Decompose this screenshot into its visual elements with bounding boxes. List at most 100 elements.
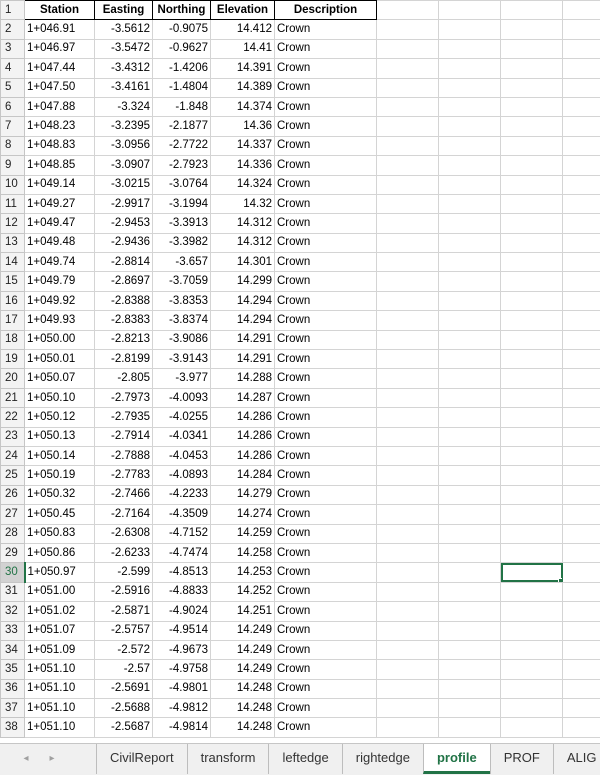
data-cell[interactable]: 14.252 — [211, 582, 275, 601]
data-cell[interactable]: -2.9436 — [95, 233, 153, 252]
data-cell[interactable]: 14.249 — [211, 621, 275, 640]
data-cell[interactable]: Crown — [275, 156, 377, 175]
data-cell[interactable]: -4.9801 — [153, 679, 211, 698]
empty-cell[interactable] — [563, 214, 600, 233]
empty-cell[interactable] — [563, 291, 600, 310]
data-cell[interactable]: -2.805 — [95, 369, 153, 388]
data-cell[interactable]: 14.391 — [211, 59, 275, 78]
empty-cell[interactable] — [439, 640, 501, 659]
row-header[interactable]: 29 — [1, 543, 25, 562]
row-header[interactable]: 31 — [1, 582, 25, 601]
empty-cell[interactable] — [563, 388, 600, 407]
data-cell[interactable]: 1+049.14 — [25, 175, 95, 194]
data-cell[interactable]: 1+050.00 — [25, 330, 95, 349]
data-cell[interactable]: -2.5916 — [95, 582, 153, 601]
empty-cell[interactable] — [563, 175, 600, 194]
row-header[interactable]: 16 — [1, 291, 25, 310]
data-cell[interactable]: 1+050.14 — [25, 446, 95, 465]
empty-cell[interactable] — [377, 427, 439, 446]
data-cell[interactable]: 14.389 — [211, 78, 275, 97]
data-cell[interactable]: -3.4312 — [95, 59, 153, 78]
data-cell[interactable]: Crown — [275, 602, 377, 621]
empty-cell[interactable] — [439, 660, 501, 679]
data-cell[interactable]: Crown — [275, 408, 377, 427]
empty-cell[interactable] — [439, 59, 501, 78]
data-cell[interactable]: -4.9673 — [153, 640, 211, 659]
empty-cell[interactable] — [377, 194, 439, 213]
empty-cell[interactable] — [501, 78, 563, 97]
data-cell[interactable]: -4.0893 — [153, 466, 211, 485]
data-cell[interactable]: 14.253 — [211, 563, 275, 582]
column-header-cell[interactable]: Station — [25, 1, 95, 20]
empty-cell[interactable] — [377, 291, 439, 310]
data-cell[interactable]: Crown — [275, 369, 377, 388]
data-cell[interactable]: 1+049.92 — [25, 291, 95, 310]
row-header[interactable]: 34 — [1, 640, 25, 659]
empty-cell[interactable] — [377, 136, 439, 155]
empty-cell[interactable] — [377, 485, 439, 504]
data-cell[interactable]: -3.3913 — [153, 214, 211, 233]
empty-cell[interactable] — [501, 136, 563, 155]
data-cell[interactable]: -4.0341 — [153, 427, 211, 446]
empty-cell[interactable] — [563, 117, 600, 136]
data-cell[interactable]: 1+051.07 — [25, 621, 95, 640]
data-cell[interactable]: Crown — [275, 253, 377, 272]
empty-cell[interactable] — [377, 699, 439, 718]
empty-cell[interactable] — [377, 350, 439, 369]
empty-cell[interactable] — [563, 194, 600, 213]
empty-cell[interactable] — [563, 582, 600, 601]
empty-cell[interactable] — [563, 1, 600, 20]
data-cell[interactable]: -2.8388 — [95, 291, 153, 310]
empty-cell[interactable] — [563, 621, 600, 640]
empty-cell[interactable] — [563, 59, 600, 78]
data-cell[interactable]: Crown — [275, 78, 377, 97]
data-cell[interactable]: 14.248 — [211, 718, 275, 737]
data-cell[interactable]: -3.7059 — [153, 272, 211, 291]
empty-cell[interactable] — [501, 621, 563, 640]
empty-cell[interactable] — [563, 408, 600, 427]
empty-cell[interactable] — [501, 466, 563, 485]
data-cell[interactable]: Crown — [275, 543, 377, 562]
empty-cell[interactable] — [501, 233, 563, 252]
empty-cell[interactable] — [439, 699, 501, 718]
data-cell[interactable]: 1+051.00 — [25, 582, 95, 601]
empty-cell[interactable] — [439, 505, 501, 524]
row-header[interactable]: 25 — [1, 466, 25, 485]
empty-cell[interactable] — [563, 233, 600, 252]
empty-cell[interactable] — [439, 156, 501, 175]
empty-cell[interactable] — [563, 640, 600, 659]
empty-cell[interactable] — [377, 175, 439, 194]
row-header[interactable]: 5 — [1, 78, 25, 97]
data-cell[interactable]: -2.7888 — [95, 446, 153, 465]
data-cell[interactable]: Crown — [275, 350, 377, 369]
empty-cell[interactable] — [377, 408, 439, 427]
scroll-tabs-left-icon[interactable]: ◂ — [18, 750, 34, 768]
data-cell[interactable]: 14.412 — [211, 20, 275, 39]
empty-cell[interactable] — [439, 466, 501, 485]
empty-cell[interactable] — [563, 543, 600, 562]
tab-prof[interactable]: PROF — [490, 744, 553, 774]
data-cell[interactable]: 1+050.13 — [25, 427, 95, 446]
data-cell[interactable]: -3.324 — [95, 97, 153, 116]
data-cell[interactable]: -4.8513 — [153, 563, 211, 582]
empty-cell[interactable] — [439, 175, 501, 194]
data-cell[interactable]: 1+046.97 — [25, 39, 95, 58]
empty-cell[interactable] — [377, 543, 439, 562]
empty-cell[interactable] — [563, 350, 600, 369]
empty-cell[interactable] — [439, 369, 501, 388]
data-cell[interactable]: -4.9812 — [153, 699, 211, 718]
data-cell[interactable]: 14.248 — [211, 679, 275, 698]
row-header[interactable]: 36 — [1, 679, 25, 698]
empty-cell[interactable] — [439, 427, 501, 446]
empty-cell[interactable] — [563, 253, 600, 272]
data-cell[interactable]: Crown — [275, 39, 377, 58]
empty-cell[interactable] — [439, 408, 501, 427]
row-header[interactable]: 17 — [1, 311, 25, 330]
empty-cell[interactable] — [439, 485, 501, 504]
empty-cell[interactable] — [377, 446, 439, 465]
empty-cell[interactable] — [377, 640, 439, 659]
empty-cell[interactable] — [563, 272, 600, 291]
data-cell[interactable]: -2.8199 — [95, 350, 153, 369]
data-cell[interactable]: -2.7914 — [95, 427, 153, 446]
empty-cell[interactable] — [439, 194, 501, 213]
